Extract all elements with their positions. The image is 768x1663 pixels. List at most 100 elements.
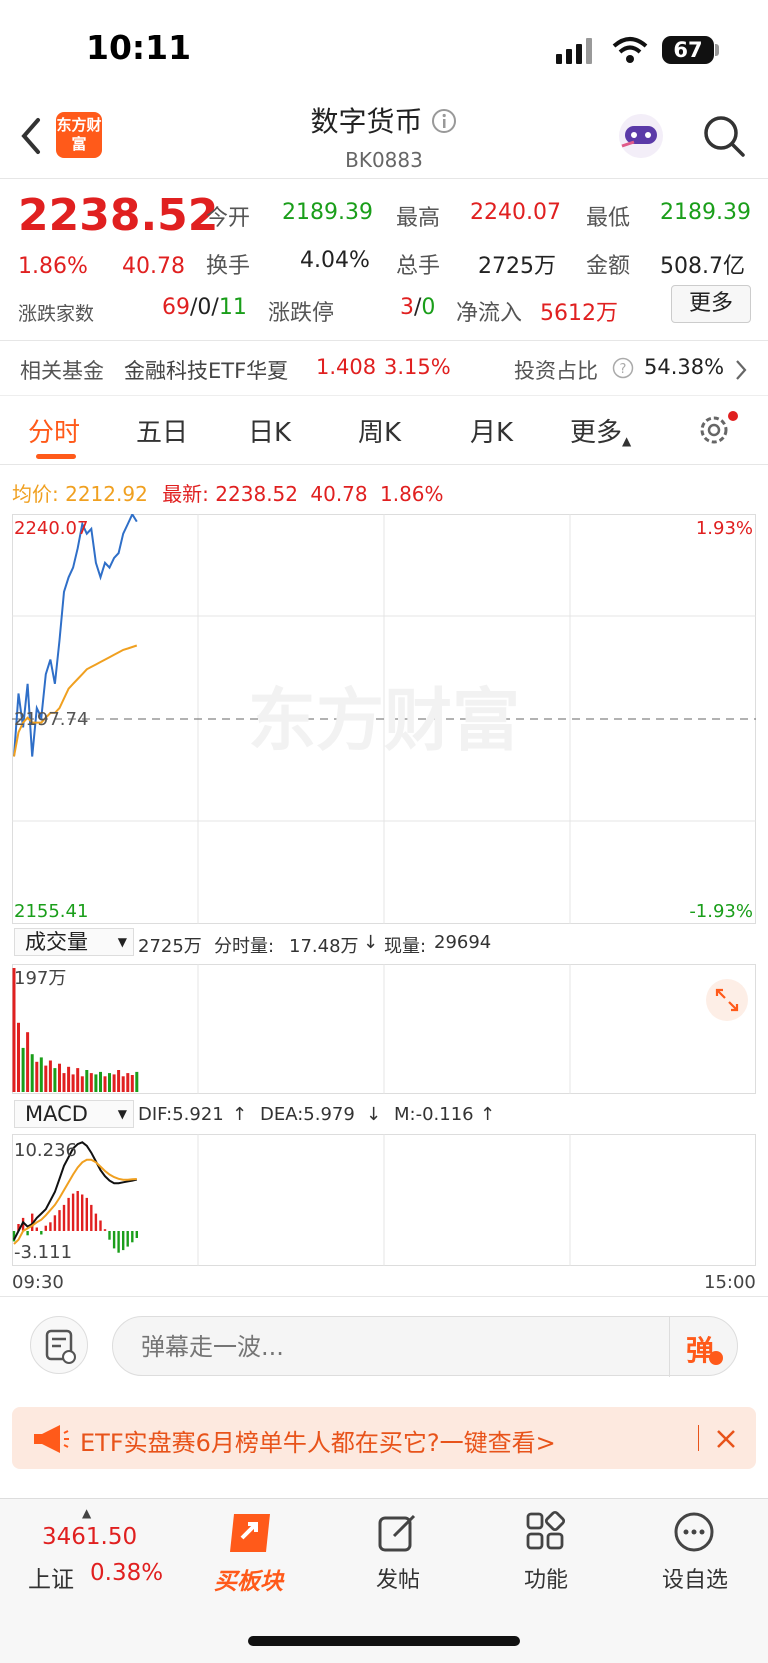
signal-icon (556, 38, 592, 64)
index-pct: 0.38% (90, 1560, 164, 1586)
macd-bar (112, 1231, 116, 1249)
volume-bar (135, 1071, 139, 1092)
volume-value: 2725万 (478, 254, 556, 279)
index-ticker[interactable]: ▲ 3461.50 上证 0.38% (20, 1504, 164, 1600)
dif-up-icon: ↑ (232, 1104, 248, 1125)
notes-button[interactable] (30, 1316, 88, 1374)
down-count: 11 (218, 295, 247, 320)
fund-price: 1.408 (316, 355, 377, 379)
current-price: 2238.52 (18, 190, 219, 241)
volume-bar (80, 1076, 84, 1092)
fund-label: 相关基金 (20, 359, 104, 383)
active-tab-indicator (36, 454, 76, 459)
volume-bar (67, 1066, 71, 1092)
tab-more[interactable]: 更多▲ (570, 412, 631, 449)
caret-up-icon: ▲ (82, 1506, 92, 1520)
macd-bar (40, 1231, 43, 1235)
volume-bar (17, 1022, 20, 1092)
close-icon[interactable] (714, 1427, 738, 1451)
volume-bar (39, 1057, 43, 1092)
volume-bar (62, 1073, 66, 1092)
add-watchlist-button[interactable]: 设自选 (650, 1506, 740, 1602)
now-volume-label: 现量: (384, 936, 427, 957)
post-button[interactable]: 发帖 (358, 1506, 438, 1602)
volume-bar (94, 1074, 98, 1092)
volume-bar (85, 1070, 89, 1092)
info-icon[interactable] (431, 108, 457, 134)
avg-price-line (13, 644, 138, 757)
y-label-top: 2240.07 (14, 518, 88, 539)
volume-label: 总手 (396, 254, 441, 279)
buy-sector-button[interactable]: 买板块 (208, 1506, 296, 1602)
high-label: 最高 (396, 206, 441, 231)
macd-bar (44, 1225, 47, 1231)
help-icon[interactable]: ? (612, 357, 634, 379)
macd-axis-bottom: -3.111 (14, 1242, 72, 1263)
volume-bar (35, 1061, 39, 1092)
y-label-bottom: 2155.41 (14, 901, 88, 922)
macd-bar (26, 1231, 29, 1236)
battery-tip (715, 44, 719, 56)
macd-axis-top: 10.236 (14, 1140, 77, 1161)
volume-total: 2725万 (138, 936, 202, 957)
robot-assistant-icon[interactable] (616, 112, 666, 160)
macd-bar (53, 1215, 57, 1231)
tab-week-k[interactable]: 周K (358, 412, 401, 449)
macd-bar (108, 1231, 111, 1240)
home-indicator (248, 1636, 520, 1646)
updown-counts: 69/0/11 (162, 295, 247, 320)
banner-text: ETF实盘赛6月榜单牛人都在买它?一键查看> (80, 1429, 556, 1457)
volume-bar (76, 1068, 80, 1092)
macd-chart[interactable]: 10.236 -3.111 (12, 1134, 756, 1266)
intraday-price-chart[interactable]: 东方财富 2240.07 2197.74 2155.41 1.93% -1.93… (12, 514, 756, 924)
macd-bar (58, 1210, 61, 1231)
volume-bar (130, 1075, 134, 1092)
megaphone-icon (34, 1425, 69, 1453)
tabs-divider (0, 464, 768, 465)
up-count: 69 (162, 295, 190, 320)
search-icon[interactable] (702, 114, 746, 158)
change-value: 40.78 (122, 254, 185, 279)
time-end: 15:00 (704, 1272, 756, 1293)
volume-selector-label: 成交量 (25, 930, 88, 954)
netflow-value: 5612万 (540, 301, 618, 326)
change-pct: 1.86% (18, 254, 88, 279)
fund-divider (0, 395, 768, 396)
limit-up: 3 (400, 295, 414, 320)
limit-counts: 3/0 (400, 295, 436, 320)
macd-dropdown-icon: ▼ (117, 1107, 127, 1121)
volume-bar (112, 1074, 116, 1092)
macd-bar (49, 1222, 52, 1231)
comment-input[interactable] (141, 1330, 641, 1364)
more-button[interactable]: 更多 (671, 285, 751, 323)
dea-value: DEA:5.979 (260, 1104, 355, 1125)
promo-banner[interactable]: ETF实盘赛6月榜单牛人都在买它?一键查看> (12, 1407, 756, 1469)
macd-bar (81, 1194, 84, 1231)
title-text: 数字货币 (310, 105, 423, 138)
danmu-button[interactable]: 弹 (686, 1329, 714, 1369)
post-label: 发帖 (375, 1568, 420, 1593)
related-fund-row[interactable]: 相关基金 金融科技ETF华夏 1.408 3.15% 投资占比 ? 54.38% (0, 341, 768, 395)
volume-chart[interactable]: 197万 (12, 964, 756, 1094)
volume-bar (48, 1060, 52, 1092)
avg-label: 均价: (12, 482, 59, 506)
caret-icon: ▲ (622, 434, 632, 448)
chevron-right-icon (736, 360, 747, 380)
volume-selector[interactable]: 成交量 ▼ (14, 928, 134, 956)
tab-fenshi[interactable]: 分时 (28, 412, 80, 449)
macd-bar (122, 1231, 125, 1251)
status-time: 10:11 (86, 28, 192, 67)
tab-month-k[interactable]: 月K (470, 412, 513, 449)
volume-bar (108, 1073, 111, 1092)
macd-selector[interactable]: MACD ▼ (14, 1100, 134, 1128)
comment-bar[interactable]: 弹 (112, 1316, 738, 1377)
settings-icon[interactable] (696, 410, 740, 450)
functions-button[interactable]: 功能 (506, 1506, 586, 1602)
tab-day-k[interactable]: 日K (248, 412, 291, 449)
volume-bar (117, 1070, 121, 1092)
volume-axis-top: 197万 (14, 968, 66, 989)
tab-five-day[interactable]: 五日 (136, 412, 188, 449)
expand-button[interactable] (706, 979, 748, 1021)
latest-change: 40.78 (310, 482, 368, 506)
volume-header: 成交量 ▼ 2725万 分时量: 17.48万 ↓ 现量: 29694 (14, 928, 758, 960)
